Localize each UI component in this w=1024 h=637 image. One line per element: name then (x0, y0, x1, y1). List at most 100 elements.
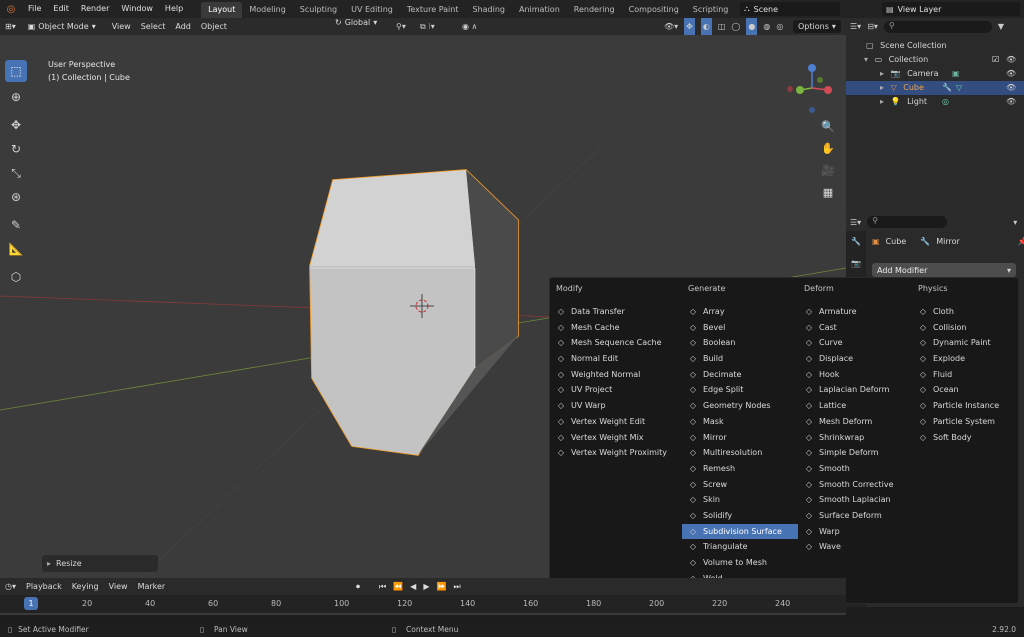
menu-render[interactable]: Render (75, 0, 115, 18)
menu-item-ocean[interactable]: ◇ Ocean (912, 382, 1020, 398)
tool-tab-icon[interactable]: 🔧 (846, 231, 866, 253)
viewport-menu-object[interactable]: Object (196, 18, 232, 35)
menu-window[interactable]: Window (115, 0, 159, 18)
jump-start-icon[interactable]: ⏮ (379, 578, 386, 595)
view-layer-selector[interactable]: ▤ View Layer (882, 2, 1020, 16)
menu-help[interactable]: Help (159, 0, 189, 18)
tab-modeling[interactable]: Modeling (242, 2, 292, 18)
play-reverse-icon[interactable]: ◀ (410, 578, 416, 595)
gizmo-icon[interactable]: ✥ (684, 18, 695, 35)
grid-view-icon[interactable]: ▦ (818, 186, 838, 208)
timeline-menu-marker[interactable]: Marker (133, 578, 171, 595)
menu-item-bevel[interactable]: ◇ Bevel (682, 320, 798, 336)
menu-item-remesh[interactable]: ◇ Remesh (682, 461, 798, 477)
menu-item-wave[interactable]: ◇ Wave (798, 539, 912, 555)
menu-item-surface-deform[interactable]: ◇ Surface Deform (798, 508, 912, 524)
menu-item-curve[interactable]: ◇ Curve (798, 335, 912, 351)
outliner-collection[interactable]: ▾ ▭ Collection ☑ 👁 (846, 53, 1024, 67)
filter-icon[interactable]: ▼ (998, 22, 1004, 31)
menu-item-normal-edit[interactable]: ◇ Normal Edit (550, 351, 682, 367)
eye-icon[interactable]: 👁 (1006, 95, 1016, 109)
menu-item-uv-project[interactable]: ◇ UV Project (550, 382, 682, 398)
menu-item-armature[interactable]: ◇ Armature (798, 304, 912, 320)
outliner-editor-icon[interactable]: ☰▾ (850, 22, 861, 31)
rotate-icon[interactable]: ↻ (5, 138, 27, 160)
tab-shading[interactable]: Shading (465, 2, 512, 18)
eye-icon[interactable]: 👁 (1006, 53, 1016, 67)
display-mode-icon[interactable]: ⊟▾ (867, 22, 878, 31)
current-frame-indicator[interactable]: 1 (24, 597, 38, 610)
menu-file[interactable]: File (22, 0, 47, 18)
scene-selector[interactable]: ⛬ Scene (740, 2, 840, 16)
menu-item-mirror[interactable]: ◇ Mirror (682, 430, 798, 446)
menu-item-cloth[interactable]: ◇ Cloth (912, 304, 1020, 320)
menu-item-laplacian-deform[interactable]: ◇ Laplacian Deform (798, 382, 912, 398)
menu-item-mask[interactable]: ◇ Mask (682, 414, 798, 430)
menu-item-warp[interactable]: ◇ Warp (798, 524, 912, 540)
menu-item-data-transfer[interactable]: ◇ Data Transfer (550, 304, 682, 320)
menu-item-decimate[interactable]: ◇ Decimate (682, 367, 798, 383)
menu-item-simple-deform[interactable]: ◇ Simple Deform (798, 445, 912, 461)
checkbox-icon[interactable]: ☑ (992, 53, 999, 67)
menu-item-soft-body[interactable]: ◇ Soft Body (912, 430, 1020, 446)
scale-icon[interactable]: ⤡ (5, 162, 27, 184)
menu-item-mesh-cache[interactable]: ◇ Mesh Cache (550, 320, 682, 336)
camera-view-icon[interactable]: 🎥 (818, 164, 838, 186)
menu-item-weighted-normal[interactable]: ◇ Weighted Normal (550, 367, 682, 383)
menu-item-hook[interactable]: ◇ Hook (798, 367, 912, 383)
transform-orientation[interactable]: ↻ Global ▾ (332, 18, 377, 27)
menu-item-vertex-weight-mix[interactable]: ◇ Vertex Weight Mix (550, 430, 682, 446)
menu-item-particle-instance[interactable]: ◇ Particle Instance (912, 398, 1020, 414)
menu-edit[interactable]: Edit (47, 0, 75, 18)
visibility-icon[interactable]: 👁▾ (664, 18, 678, 35)
menu-item-build[interactable]: ◇ Build (682, 351, 798, 367)
menu-item-displace[interactable]: ◇ Displace (798, 351, 912, 367)
menu-item-boolean[interactable]: ◇ Boolean (682, 335, 798, 351)
select-box-icon[interactable]: ⬚ (5, 60, 27, 82)
chevron-down-icon[interactable]: ▾ (1013, 218, 1017, 227)
overlay-icon[interactable]: ◐ (700, 18, 712, 35)
tab-animation[interactable]: Animation (512, 2, 567, 18)
menu-item-dynamic-paint[interactable]: ◇ Dynamic Paint (912, 335, 1020, 351)
menu-item-volume-to-mesh[interactable]: ◇ Volume to Mesh (682, 555, 798, 571)
tab-layout[interactable]: Layout (201, 1, 243, 18)
last-operator-panel[interactable]: ▸ Resize (42, 555, 158, 572)
outliner-item-camera[interactable]: ▸ 📷 Camera ▣ 👁 (846, 67, 1024, 81)
timeline-menu-keying[interactable]: Keying (67, 578, 104, 595)
timeline-menu-playback[interactable]: Playback (21, 578, 67, 595)
add-cube-icon[interactable]: ⬡ (5, 266, 27, 288)
menu-item-smooth-laplacian[interactable]: ◇ Smooth Laplacian (798, 492, 912, 508)
pan-hand-icon[interactable]: ✋ (818, 142, 838, 164)
eye-icon[interactable]: 👁 (1006, 67, 1016, 81)
pivot-icon[interactable]: ⚲▾ (396, 18, 406, 35)
move-icon[interactable]: ✥ (5, 114, 27, 136)
menu-item-uv-warp[interactable]: ◇ UV Warp (550, 398, 682, 414)
menu-item-solidify[interactable]: ◇ Solidify (682, 508, 798, 524)
menu-item-geometry-nodes[interactable]: ◇ Geometry Nodes (682, 398, 798, 414)
zoom-icon[interactable]: 🔍 (818, 120, 838, 142)
timeline-menu-view[interactable]: View (104, 578, 133, 595)
annotate-icon[interactable]: ✎ (5, 214, 27, 236)
menu-item-explode[interactable]: ◇ Explode (912, 351, 1020, 367)
menu-item-particle-system[interactable]: ◇ Particle System (912, 414, 1020, 430)
menu-item-cast[interactable]: ◇ Cast (798, 320, 912, 336)
tab-texture-paint[interactable]: Texture Paint (400, 2, 466, 18)
menu-item-vertex-weight-edit[interactable]: ◇ Vertex Weight Edit (550, 414, 682, 430)
measure-icon[interactable]: 📐 (5, 238, 27, 260)
menu-item-smooth[interactable]: ◇ Smooth (798, 461, 912, 477)
menu-item-subdivision-surface[interactable]: ◇ Subdivision Surface (682, 523, 798, 540)
viewport-menu-add[interactable]: Add (170, 18, 196, 35)
menu-item-skin[interactable]: ◇ Skin (682, 492, 798, 508)
record-icon[interactable]: ⏺ (356, 578, 360, 595)
editor-type-icon[interactable]: ⊞▾ (0, 18, 21, 35)
outliner-search-input[interactable]: ⚲ (883, 20, 992, 33)
shading-wireframe-icon[interactable]: ◯ (731, 18, 740, 35)
tab-sculpting[interactable]: Sculpting (293, 2, 344, 18)
timeline-scrollbar[interactable] (0, 613, 846, 615)
menu-item-screw[interactable]: ◇ Screw (682, 477, 798, 493)
tab-compositing[interactable]: Compositing (622, 2, 686, 18)
jump-keyframe-forward-icon[interactable]: ⏩ (436, 578, 446, 595)
menu-item-mesh-deform[interactable]: ◇ Mesh Deform (798, 414, 912, 430)
cursor-icon[interactable]: ⊕ (5, 86, 27, 108)
tab-scripting[interactable]: Scripting (686, 2, 736, 18)
